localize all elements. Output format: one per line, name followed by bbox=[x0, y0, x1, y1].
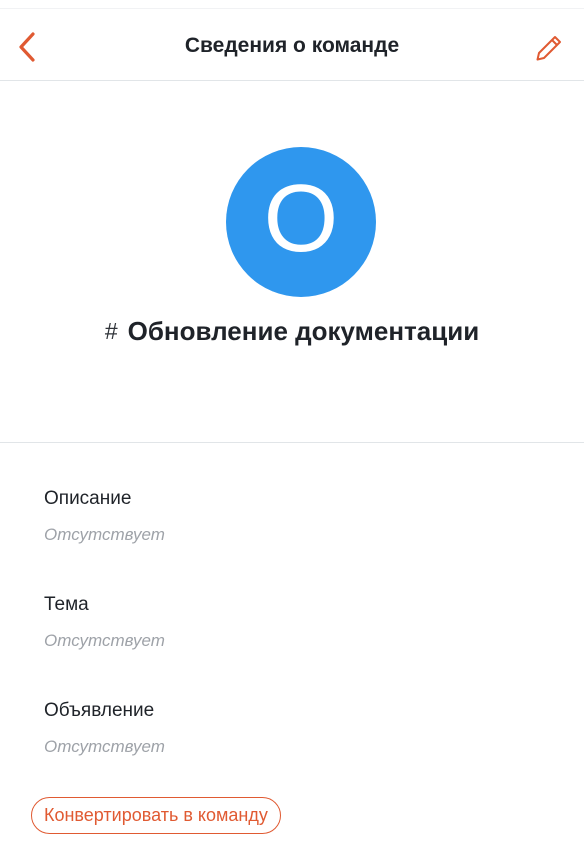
pencil-icon bbox=[536, 36, 561, 61]
description-section: Описание Отсутствует bbox=[44, 487, 165, 547]
announcement-title: Объявление bbox=[44, 700, 155, 721]
avatar-letter: O bbox=[263, 165, 339, 272]
topic-title: Тема bbox=[44, 594, 89, 615]
topic-section: Тема Отсутствует bbox=[44, 593, 165, 653]
edit-button[interactable] bbox=[532, 31, 566, 65]
announcement-section: Объявление Отсутствует bbox=[44, 699, 165, 759]
page-title: Сведения о команде bbox=[184, 33, 400, 57]
top-navigation-bar: Сведения о команде bbox=[0, 8, 584, 81]
room-name: Обновление документации bbox=[127, 315, 480, 346]
topic-value: Отсутствует bbox=[44, 631, 165, 650]
room-avatar: O bbox=[226, 147, 376, 297]
back-button[interactable] bbox=[12, 29, 42, 65]
convert-to-team-button[interactable]: Конвертировать в команду bbox=[31, 797, 281, 834]
description-value: Отсутствует bbox=[44, 525, 165, 544]
room-name-row: # Обновление документации bbox=[0, 308, 584, 354]
hash-icon: # bbox=[104, 317, 118, 344]
section-divider bbox=[0, 442, 584, 443]
description-title: Описание bbox=[44, 488, 132, 509]
chevron-left-icon bbox=[19, 32, 35, 62]
announcement-value: Отсутствует bbox=[44, 737, 165, 756]
